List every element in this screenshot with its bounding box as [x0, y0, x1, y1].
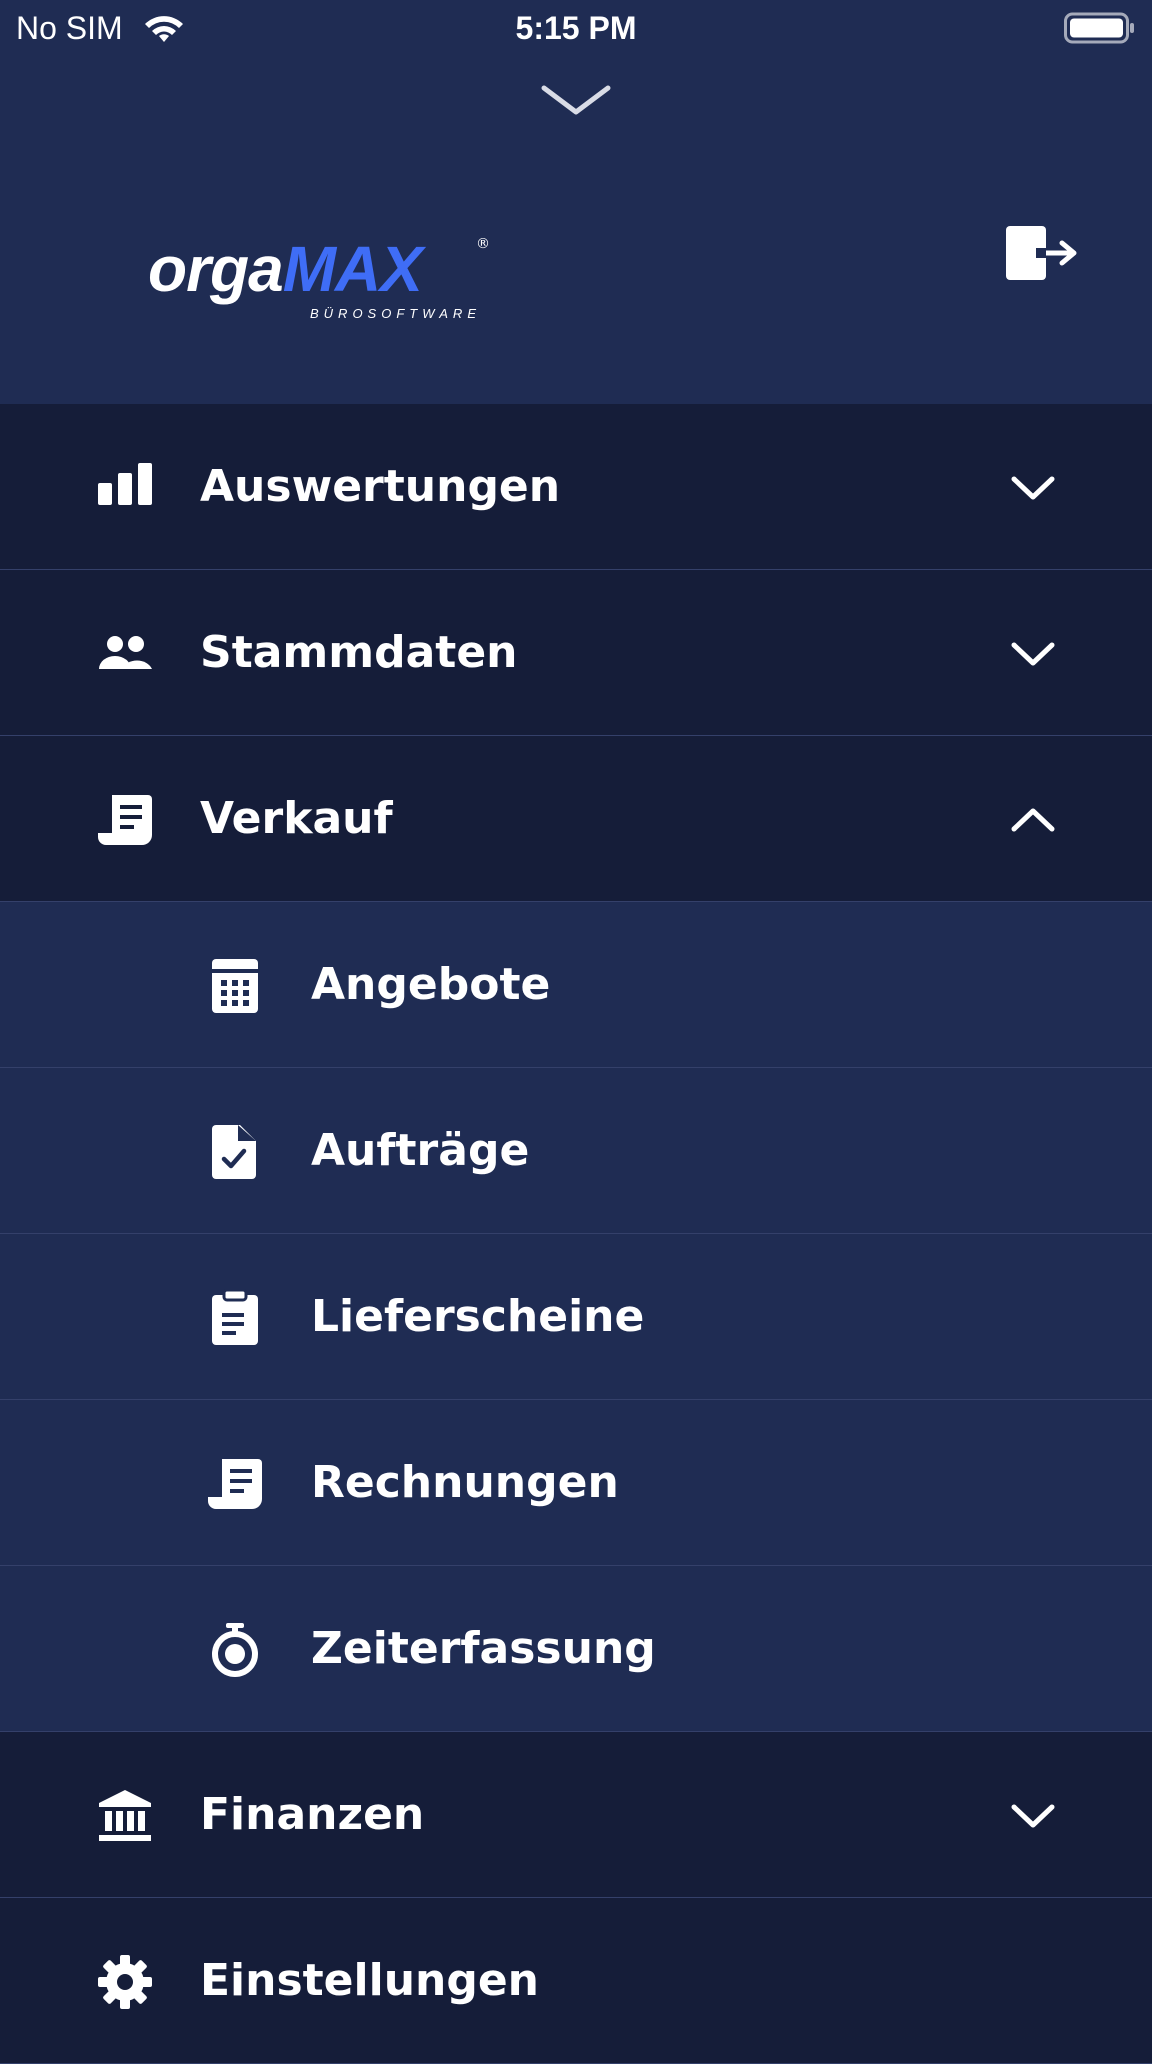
chevron-down-icon[interactable]: [1010, 1798, 1056, 1832]
submenu-item-zeiterfassung[interactable]: Zeiterfassung: [0, 1566, 1152, 1732]
orgamax-logo: orgaMAX ® BÜROSOFTWARE: [148, 232, 498, 328]
logout-icon[interactable]: [1002, 222, 1080, 284]
menu-item-label: Einstellungen: [200, 1955, 540, 2006]
menu-item-label: Stammdaten: [200, 627, 518, 678]
calculator-icon: [212, 959, 258, 1013]
logo-wordmark: orgaMAX: [148, 233, 423, 305]
submenu-item-label: Zeiterfassung: [311, 1623, 656, 1674]
logo-registered-mark: ®: [476, 236, 490, 252]
chevron-down-icon[interactable]: [1010, 470, 1056, 504]
battery-full-icon: [1064, 12, 1134, 44]
submenu-item-rechnungen[interactable]: Rechnungen: [0, 1400, 1152, 1566]
menu-item-auswertungen[interactable]: Auswertungen: [0, 404, 1152, 570]
bank-icon: [99, 1790, 151, 1841]
menu-item-label: Finanzen: [200, 1789, 425, 1840]
menu-item-label: Verkauf: [200, 793, 393, 844]
menu-item-verkauf[interactable]: Verkauf: [0, 736, 1152, 902]
logo-tagline: BÜROSOFTWARE: [310, 306, 481, 321]
submenu-item-lieferscheine[interactable]: Lieferscheine: [0, 1234, 1152, 1400]
submenu-item-label: Lieferscheine: [311, 1291, 645, 1342]
chevron-up-icon[interactable]: [1010, 802, 1056, 836]
status-bar: No SIM 5:15 PM: [0, 0, 1152, 58]
submenu-item-label: Rechnungen: [311, 1457, 619, 1508]
submenu-item-auftraege[interactable]: Aufträge: [0, 1068, 1152, 1234]
chevron-down-icon[interactable]: [1010, 636, 1056, 670]
receipt-icon: [208, 1459, 262, 1509]
menu-item-stammdaten[interactable]: Stammdaten: [0, 570, 1152, 736]
file-check-icon: [212, 1125, 256, 1179]
submenu-item-angebote[interactable]: Angebote: [0, 902, 1152, 1068]
clipboard-icon: [212, 1289, 258, 1345]
menu-item-finanzen[interactable]: Finanzen: [0, 1732, 1152, 1898]
users-icon: [99, 636, 152, 669]
clock: 5:15 PM: [515, 10, 637, 46]
gear-icon: [98, 1955, 152, 2009]
submenu-item-label: Aufträge: [311, 1125, 530, 1176]
menu-item-label: Auswertungen: [200, 461, 561, 512]
stopwatch-icon: [212, 1623, 258, 1677]
submenu-item-label: Angebote: [311, 959, 551, 1010]
bar-chart-icon: [98, 463, 152, 505]
navigation-menu: Auswertungen Stammdaten Verkauf Angebote…: [0, 404, 1152, 2064]
chevron-down-icon[interactable]: [540, 84, 612, 116]
receipt-icon: [98, 795, 152, 845]
menu-item-einstellungen[interactable]: Einstellungen: [0, 1898, 1152, 2064]
